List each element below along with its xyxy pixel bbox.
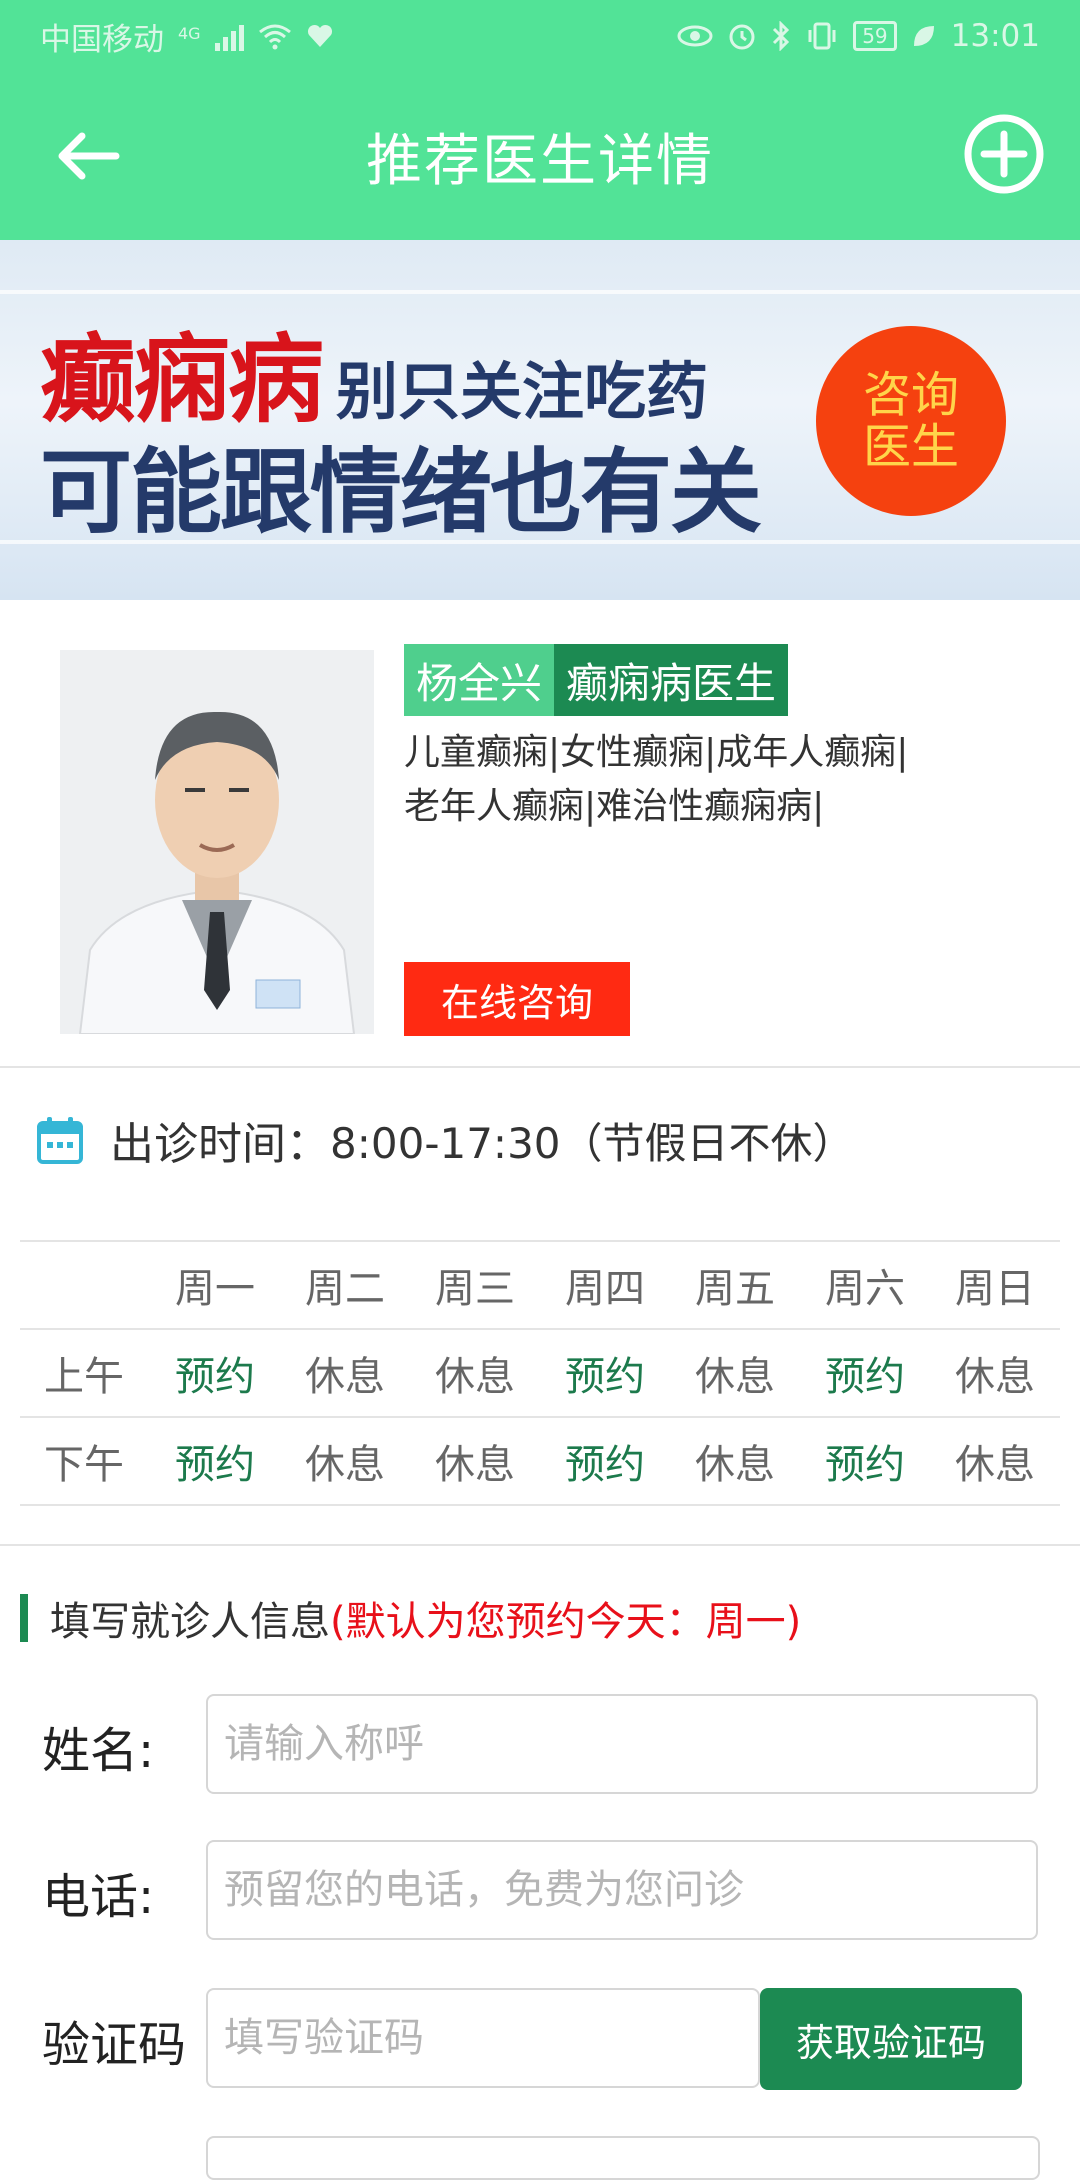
divider	[0, 1066, 1080, 1068]
schedule-table: 周一 周二 周三 周四 周五 周六 周日 上午 预约 休息 休息 预约 休息 预…	[20, 1240, 1060, 1506]
carrier-label: 中国移动	[40, 21, 164, 58]
schedule-row-morning: 上午 预约 休息 休息 预约 休息 预约 休息	[20, 1328, 1060, 1416]
day-header: 周日	[955, 1266, 1035, 1312]
schedule-row-afternoon: 下午 预约 休息 休息 预约 休息 预约 休息	[20, 1416, 1060, 1506]
clinic-hours: 出诊时间： 8:00-17:30（节假日不休）	[36, 1108, 855, 1172]
phone-row: 电话:	[0, 1840, 1080, 1944]
slot-rest: 休息	[435, 1442, 515, 1488]
signal-icon	[214, 21, 244, 51]
doctor-name: 杨全兴	[404, 644, 555, 716]
banner-headline-line2: 可能跟情绪也有关	[40, 439, 762, 546]
day-header: 周五	[695, 1266, 775, 1312]
doctor-specialties: 儿童癫痫|女性癫痫|成年人癫痫| 老年人癫痫|难治性癫痫病|	[404, 726, 1024, 834]
name-row: 姓名:	[0, 1694, 1080, 1798]
alarm-icon	[729, 24, 755, 50]
app-header: 推荐医生详情	[0, 72, 1080, 240]
heart-icon	[307, 24, 332, 47]
verification-code-input[interactable]	[206, 1988, 760, 2088]
specialties-line1: 儿童癫痫|女性癫痫|成年人癫痫|	[404, 732, 909, 773]
doctor-portrait-illustration	[60, 650, 374, 1034]
status-bar: 中国移动 4G 59 13:01	[0, 0, 1080, 72]
clinic-hours-value: 8:00-17:30（节假日不休）	[330, 1118, 855, 1168]
slot-book[interactable]: 预约	[150, 1432, 280, 1490]
slot-rest: 休息	[435, 1354, 515, 1400]
consult-doctor-button[interactable]: 咨询 医生	[816, 326, 1006, 516]
verification-label: 验证码	[42, 2017, 187, 2073]
slot-rest: 休息	[695, 1354, 775, 1400]
slot-rest: 休息	[955, 1354, 1035, 1400]
get-code-button[interactable]: 获取验证码	[760, 1988, 1022, 2090]
battery-indicator: 59	[853, 21, 897, 51]
slot-book[interactable]: 预约	[540, 1344, 670, 1402]
doctor-photo	[60, 650, 374, 1034]
doctor-name-tag: 杨全兴 癫痫病医生	[404, 644, 789, 716]
form-title: 填写就诊人信息 (默认为您预约今天：周一)	[20, 1588, 801, 1648]
slot-rest: 休息	[305, 1442, 385, 1488]
slot-book[interactable]: 预约	[800, 1432, 930, 1490]
slot-rest: 休息	[955, 1442, 1035, 1488]
clock: 13:01	[950, 18, 1040, 54]
day-header: 周三	[435, 1266, 515, 1312]
banner-decor	[0, 290, 1080, 294]
slot-rest: 休息	[695, 1442, 775, 1488]
day-header: 周一	[175, 1266, 255, 1312]
day-header: 周四	[565, 1266, 645, 1312]
name-label: 姓名:	[42, 1723, 155, 1779]
phone-input[interactable]	[206, 1840, 1038, 1940]
add-circle-icon[interactable]	[962, 112, 1046, 196]
promo-banner[interactable]: 癫痫病 别只关注吃药 可能跟情绪也有关 咨询 医生	[0, 240, 1080, 600]
network-type: 4G	[178, 23, 201, 43]
calendar-icon	[37, 1117, 83, 1164]
form-title-text: 填写就诊人信息	[50, 1599, 330, 1645]
divider	[0, 1544, 1080, 1546]
consult-line1: 咨询	[862, 367, 959, 423]
slot-rest: 休息	[305, 1354, 385, 1400]
vibrate-icon	[808, 22, 836, 50]
clinic-hours-label: 出诊时间：	[110, 1119, 330, 1170]
next-input-partial[interactable]	[206, 2136, 1040, 2180]
page-title: 推荐医生详情	[366, 128, 714, 194]
phone-label: 电话:	[42, 1869, 155, 1925]
back-arrow-icon[interactable]	[48, 116, 128, 196]
eye-icon	[677, 25, 713, 47]
verification-row: 验证码 获取验证码	[0, 1988, 1080, 2092]
period-label: 下午	[44, 1442, 124, 1488]
slot-book[interactable]: 预约	[540, 1432, 670, 1490]
consult-line2: 医生	[862, 419, 959, 475]
name-input[interactable]	[206, 1694, 1038, 1794]
title-accent-bar	[20, 1594, 28, 1642]
doctor-card: 杨全兴 癫痫病医生 儿童癫痫|女性癫痫|成年人癫痫| 老年人癫痫|难治性癫痫病|…	[0, 600, 1080, 1068]
day-header: 周六	[825, 1266, 905, 1312]
specialties-line2: 老年人癫痫|难治性癫痫病|	[404, 786, 825, 827]
wifi-icon	[258, 24, 291, 50]
slot-book[interactable]: 预约	[800, 1344, 930, 1402]
leaf-icon	[913, 26, 934, 46]
period-label: 上午	[44, 1354, 124, 1400]
form-title-note: (默认为您预约今天：周一)	[330, 1599, 802, 1645]
day-header: 周二	[305, 1266, 385, 1312]
schedule-header-row: 周一 周二 周三 周四 周五 周六 周日	[20, 1240, 1060, 1328]
online-consult-button[interactable]: 在线咨询	[404, 962, 630, 1036]
bluetooth-icon	[773, 21, 790, 51]
slot-book[interactable]: 预约	[150, 1344, 280, 1402]
doctor-title: 癫痫病医生	[554, 644, 789, 716]
